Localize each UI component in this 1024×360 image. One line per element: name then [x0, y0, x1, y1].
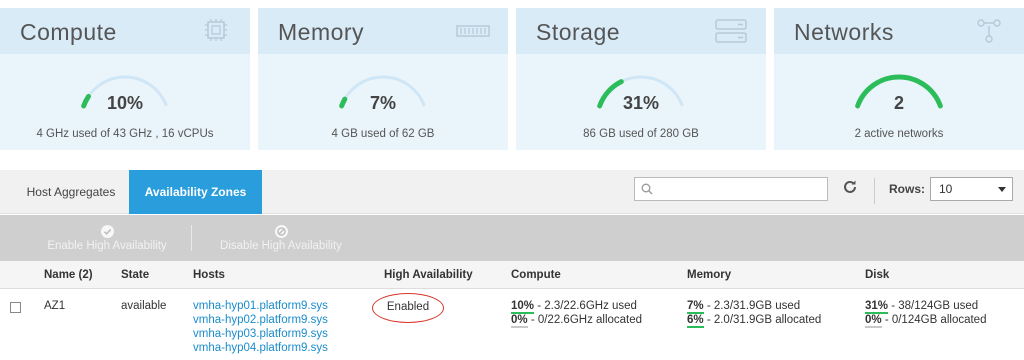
host-link[interactable]: vmha-hyp01.platform9.sys	[193, 299, 328, 313]
refresh-icon[interactable]	[842, 179, 858, 195]
column-header-memory[interactable]: Memory	[687, 261, 731, 289]
search-box[interactable]	[634, 177, 828, 201]
high-availability-status: Enabled	[372, 293, 444, 323]
memory-card-header: Memory	[258, 8, 508, 54]
memory-allocated-detail: - 2.0/31.9GB allocated	[703, 314, 822, 326]
storage-card-subtitle: 86 GB used of 280 GB	[583, 128, 699, 140]
disk-used-percent: 31%	[865, 300, 889, 314]
action-divider	[191, 225, 192, 251]
storage-gauge-value: 31%	[622, 93, 660, 113]
compute-card: Compute 10% 4 GHz used of 43 GHz , 16 vC…	[0, 8, 250, 150]
enable-high-availability-button[interactable]: Enable High Availability	[40, 215, 174, 261]
memory-used-percent: 7%	[687, 300, 704, 314]
row-select-checkbox[interactable]	[10, 302, 21, 313]
compute-card-header: Compute	[0, 8, 250, 54]
toolbar-divider	[874, 178, 875, 204]
column-header-name[interactable]: Name (2)	[44, 261, 93, 289]
host-link[interactable]: vmha-hyp03.platform9.sys	[193, 327, 328, 341]
action-bar: Enable High Availability Disable High Av…	[0, 215, 1024, 261]
rows-label: Rows:	[889, 182, 925, 196]
memory-module-icon	[456, 25, 490, 37]
compute-card-subtitle: 4 GHz used of 43 GHz , 16 vCPUs	[36, 128, 214, 140]
server-stack-icon	[715, 19, 747, 43]
table-row: AZ1 available vmha-hyp01.platform9.sys v…	[0, 290, 1024, 360]
tab-availability-zones[interactable]: Availability Zones	[129, 170, 262, 214]
prohibited-icon	[274, 225, 288, 238]
disk-allocated-percent: 0%	[865, 314, 882, 328]
column-header-hosts[interactable]: Hosts	[193, 261, 225, 289]
compute-metrics: 10% - 2.3/22.6GHz used 0% - 0/22.6GHz al…	[511, 299, 643, 328]
storage-card: Storage 31% 86 GB used of 280 GB	[516, 8, 766, 150]
zone-hosts: vmha-hyp01.platform9.sys vmha-hyp02.plat…	[193, 299, 328, 355]
compute-used-detail: - 2.3/22.6GHz used	[534, 300, 637, 312]
network-icon	[977, 19, 1001, 43]
memory-allocated-percent: 6%	[687, 314, 704, 328]
storage-card-header: Storage	[516, 8, 766, 54]
networks-card-header: Networks	[774, 8, 1024, 54]
disable-high-availability-label: Disable High Availability	[220, 240, 342, 252]
networks-card-title: Networks	[794, 19, 894, 45]
networks-card-subtitle: 2 active networks	[854, 128, 944, 140]
networks-card: Networks 2 2 active networks	[774, 8, 1024, 150]
tab-bar: Host Aggregates Availability Zones Rows:…	[0, 170, 1024, 214]
host-link[interactable]: vmha-hyp04.platform9.sys	[193, 341, 328, 355]
enable-high-availability-label: Enable High Availability	[47, 240, 167, 252]
memory-gauge-value: 7%	[369, 93, 396, 113]
compute-allocated-percent: 0%	[511, 314, 528, 328]
search-icon	[641, 183, 653, 195]
networks-gauge-value: 2	[893, 93, 904, 113]
column-header-state[interactable]: State	[121, 261, 149, 289]
check-circle-icon	[100, 225, 114, 238]
search-input[interactable]	[659, 178, 819, 200]
table-header: Name (2) State Hosts High Availability C…	[0, 261, 1024, 289]
memory-metrics: 7% - 2.3/31.9GB used 6% - 2.0/31.9GB all…	[687, 299, 822, 328]
memory-card: Memory 7% 4 GB used of 62 GB	[258, 8, 508, 150]
rows-selected-value: 10	[939, 182, 953, 196]
tab-host-aggregates[interactable]: Host Aggregates	[16, 170, 126, 214]
compute-card-title: Compute	[20, 19, 117, 45]
compute-used-percent: 10%	[511, 300, 535, 314]
cpu-chip-icon	[205, 19, 227, 41]
column-header-high-availability[interactable]: High Availability	[384, 261, 473, 289]
disk-allocated-detail: - 0/124GB allocated	[881, 314, 987, 326]
disk-metrics: 31% - 38/124GB used 0% - 0/124GB allocat…	[865, 299, 987, 328]
memory-used-detail: - 2.3/31.9GB used	[703, 300, 801, 312]
memory-card-subtitle: 4 GB used of 62 GB	[331, 128, 435, 140]
compute-gauge-value: 10%	[106, 93, 144, 113]
disk-used-detail: - 38/124GB used	[888, 300, 979, 312]
chevron-down-icon	[998, 187, 1006, 192]
rows-per-page-select[interactable]: 10	[930, 177, 1013, 201]
compute-allocated-detail: - 0/22.6GHz allocated	[527, 314, 643, 326]
disable-high-availability-button[interactable]: Disable High Availability	[214, 215, 348, 261]
summary-cards: Compute 10% 4 GHz used of 43 GHz , 16 vC…	[0, 8, 1024, 150]
host-link[interactable]: vmha-hyp02.platform9.sys	[193, 313, 328, 327]
memory-card-title: Memory	[278, 19, 365, 45]
storage-card-title: Storage	[536, 19, 621, 45]
column-header-compute[interactable]: Compute	[511, 261, 561, 289]
column-header-disk[interactable]: Disk	[865, 261, 889, 289]
zone-state: available	[121, 300, 167, 312]
zone-name: AZ1	[44, 300, 66, 312]
